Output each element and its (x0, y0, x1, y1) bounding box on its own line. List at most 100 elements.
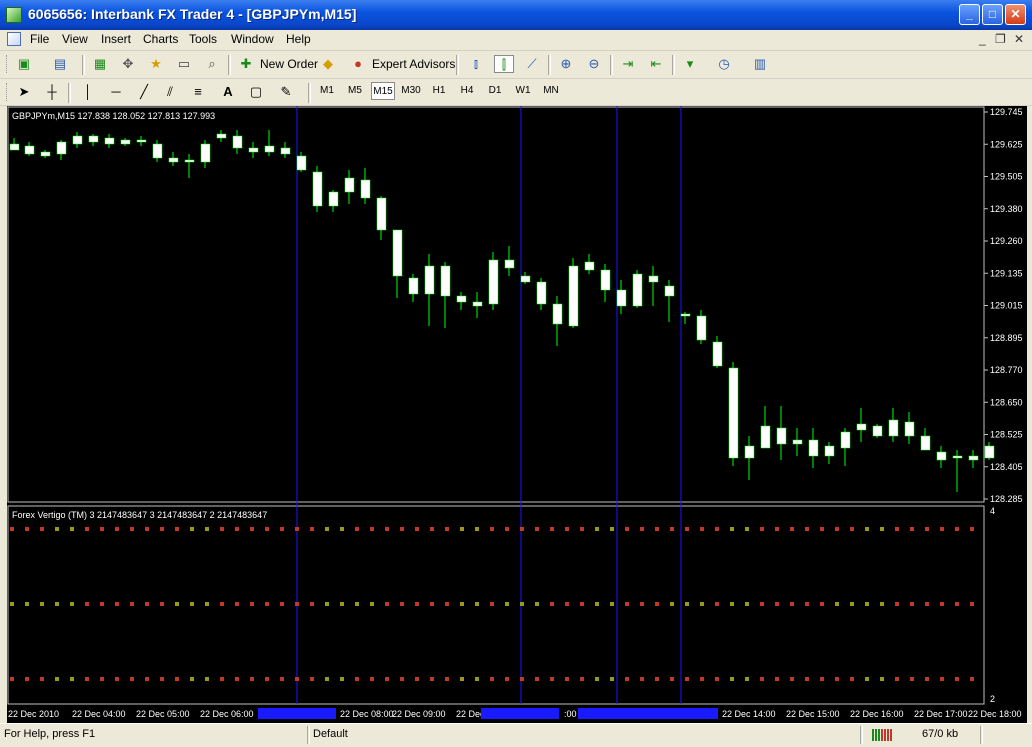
mdi-close-button[interactable]: ✕ (1014, 32, 1024, 46)
indicator-dot (610, 677, 614, 681)
zoom-in-icon[interactable]: ⊕ (556, 55, 576, 73)
indicators-icon[interactable]: ▾ (680, 55, 700, 73)
horizontal-line-icon[interactable]: ─ (106, 83, 126, 101)
profiles-icon[interactable]: ▤ (50, 55, 70, 73)
timeframe-mn[interactable]: MN (539, 82, 563, 100)
indicator-dot (205, 602, 209, 606)
arrows-icon[interactable]: ✎ (276, 83, 296, 101)
mdi-restore-button[interactable]: ❐ (995, 32, 1006, 46)
data-window-icon[interactable]: ✥ (118, 55, 138, 73)
time-label-highlight (481, 708, 559, 719)
app-icon (6, 7, 22, 23)
vertical-line-icon[interactable]: │ (78, 83, 98, 101)
indicator-dot (385, 677, 389, 681)
candle-body (696, 315, 707, 341)
timeframe-m5[interactable]: M5 (343, 82, 367, 100)
indicator-dot (580, 602, 584, 606)
indicator-dot (760, 602, 764, 606)
chart-window[interactable]: 129.745 129.625 129.505 129.380 129.260 129.1… (7, 106, 1027, 723)
close-button[interactable]: ✕ (1005, 4, 1026, 25)
line-chart-icon[interactable]: ⟋ (522, 55, 542, 73)
candle-body (152, 143, 163, 159)
text-tool-icon[interactable]: A (218, 83, 238, 101)
templates-icon[interactable]: ▥ (750, 55, 770, 73)
indicator-dot (370, 527, 374, 531)
periods-icon[interactable]: ◷ (714, 55, 734, 73)
candle-body (984, 445, 995, 459)
auto-scroll-icon[interactable]: ⇥ (618, 55, 638, 73)
candle-body (728, 367, 739, 459)
maximize-button[interactable]: □ (982, 4, 1003, 25)
indicator-dot (850, 602, 854, 606)
candle-body (9, 143, 20, 151)
terminal-icon[interactable]: ▭ (174, 55, 194, 73)
indicator-dot (625, 527, 629, 531)
candle-body (200, 143, 211, 163)
indicator-dot (70, 602, 74, 606)
trendline-icon[interactable]: ╱ (134, 83, 154, 101)
indicator-dot (835, 602, 839, 606)
candle-body (616, 289, 627, 307)
menu-view[interactable]: View (62, 32, 88, 46)
new-order-icon[interactable]: ✚ (236, 55, 256, 73)
text-label-icon[interactable]: ▢ (246, 83, 266, 101)
price-chart[interactable]: 129.745 129.625 129.505 129.380 129.260 129.1… (7, 106, 1027, 723)
price-tick-label: 129.135 (990, 268, 1023, 278)
toolbar-grip-2[interactable] (6, 83, 10, 101)
indicator-dot (175, 602, 179, 606)
price-tick-label: 128.285 (990, 494, 1023, 504)
timeframe-h1[interactable]: H1 (427, 82, 451, 100)
equidistant-channel-icon[interactable]: ⫽ (160, 83, 180, 101)
indicator-dot (580, 527, 584, 531)
metaeditor-icon[interactable]: ◆ (318, 55, 338, 73)
minimize-button[interactable]: _ (959, 4, 980, 25)
traffic-counter: 67/0 kb (922, 728, 959, 740)
connection-bars-icon (872, 729, 892, 741)
new-chart-icon[interactable]: ▣ (14, 55, 34, 73)
menu-help[interactable]: Help (286, 32, 311, 46)
strategy-tester-icon[interactable]: ⌕ (202, 55, 222, 73)
expert-advisors-icon[interactable]: ● (348, 55, 368, 73)
indicator-dot (865, 602, 869, 606)
indicator-dot (535, 677, 539, 681)
menu-charts[interactable]: Charts (143, 32, 178, 46)
timeframe-m30[interactable]: M30 (399, 82, 423, 100)
timeframe-m1[interactable]: M1 (315, 82, 339, 100)
crosshair-icon[interactable]: ┼ (42, 83, 62, 101)
menu-file[interactable]: File (30, 32, 49, 46)
chart-window-icon[interactable] (7, 32, 21, 46)
indicator-dot (475, 602, 479, 606)
timeframe-h4[interactable]: H4 (455, 82, 479, 100)
mdi-minimize-button[interactable]: _ (979, 32, 986, 46)
menu-insert[interactable]: Insert (101, 32, 131, 46)
connection-status-icon (872, 727, 896, 744)
standard-toolbar: ▣ ▤ ▦ ✥ ★ ▭ ⌕ ✚ New Order ◆ ● Expert Adv… (0, 51, 1032, 79)
expert-advisors-button[interactable]: Expert Advisors (372, 57, 455, 71)
candle-body (40, 151, 51, 157)
indicator-dot (160, 677, 164, 681)
bar-chart-icon[interactable]: ⫾ (466, 55, 486, 73)
cursor-icon[interactable]: ➤ (14, 83, 34, 101)
indicator-dot (355, 527, 359, 531)
navigator-icon[interactable]: ★ (146, 55, 166, 73)
candlestick-chart-icon[interactable]: ⫿ (494, 55, 514, 73)
candle-body (872, 425, 883, 437)
timeframe-d1[interactable]: D1 (483, 82, 507, 100)
indicator-dot (220, 527, 224, 531)
indicator-dot (715, 602, 719, 606)
new-order-button[interactable]: New Order (260, 57, 318, 71)
indicator-dot (910, 527, 914, 531)
chart-shift-icon[interactable]: ⇤ (646, 55, 666, 73)
indicator-dot (805, 677, 809, 681)
zoom-out-icon[interactable]: ⊖ (584, 55, 604, 73)
indicator-dot (925, 527, 929, 531)
fibonacci-retracement-icon[interactable]: ≡ (188, 83, 208, 101)
menu-tools[interactable]: Tools (189, 32, 217, 46)
toolbar-grip[interactable] (6, 55, 10, 73)
candle-body (296, 155, 307, 171)
candle-body (568, 265, 579, 327)
market-watch-icon[interactable]: ▦ (90, 55, 110, 73)
menu-window[interactable]: Window (231, 32, 274, 46)
timeframe-w1[interactable]: W1 (511, 82, 535, 100)
timeframe-m15[interactable]: M15 (371, 82, 395, 100)
